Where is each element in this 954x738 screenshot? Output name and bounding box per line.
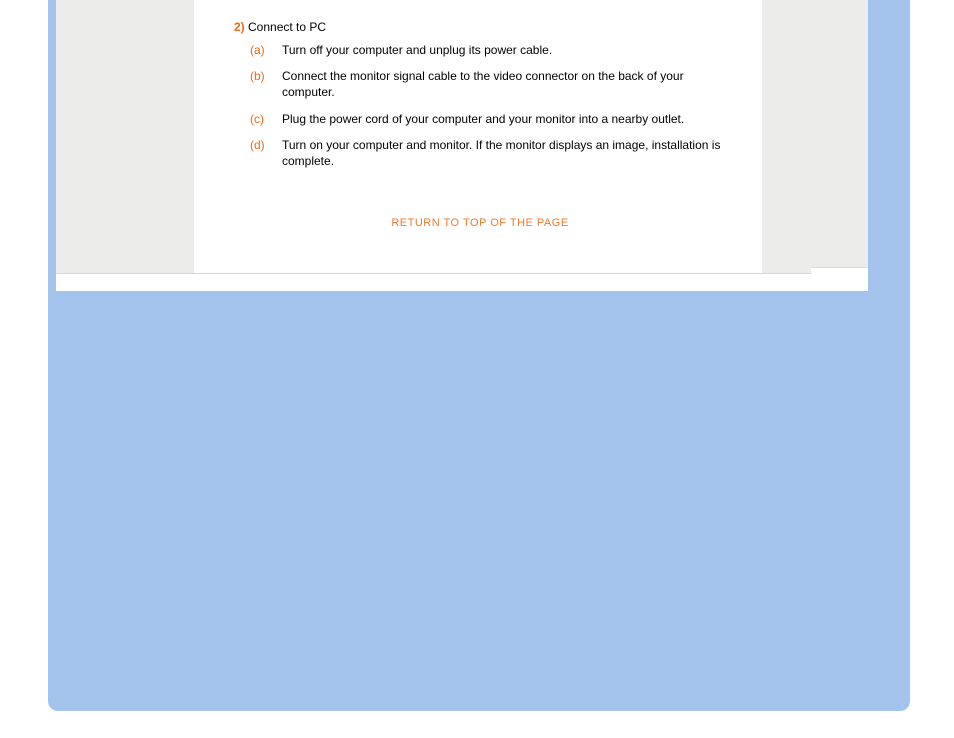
step-label: (c) <box>250 111 282 127</box>
steps-list: (a) Turn off your computer and unplug it… <box>250 42 726 169</box>
page-tab-notch <box>811 267 868 274</box>
content-column: 2) Connect to PC (a) Turn off your compu… <box>194 0 762 286</box>
step-text: Turn off your computer and unplug its po… <box>282 42 726 58</box>
page-footer-strip <box>56 273 868 291</box>
return-to-top-link[interactable]: RETURN TO TOP OF THE PAGE <box>234 217 726 229</box>
step-text: Plug the power cord of your computer and… <box>282 111 726 127</box>
step-text: Connect the monitor signal cable to the … <box>282 68 726 100</box>
step-label: (a) <box>250 42 282 58</box>
section-title: Connect to PC <box>248 20 326 34</box>
right-column <box>762 0 868 273</box>
step-text: Turn on your computer and monitor. If th… <box>282 137 726 169</box>
sidebar-column <box>56 0 194 286</box>
step-row: (b) Connect the monitor signal cable to … <box>250 68 726 100</box>
section-number: 2) <box>234 20 245 34</box>
step-label: (b) <box>250 68 282 84</box>
step-row: (c) Plug the power cord of your computer… <box>250 111 726 127</box>
section-heading: 2) Connect to PC <box>234 20 726 34</box>
step-row: (a) Turn off your computer and unplug it… <box>250 42 726 58</box>
step-label: (d) <box>250 137 282 153</box>
step-row: (d) Turn on your computer and monitor. I… <box>250 137 726 169</box>
